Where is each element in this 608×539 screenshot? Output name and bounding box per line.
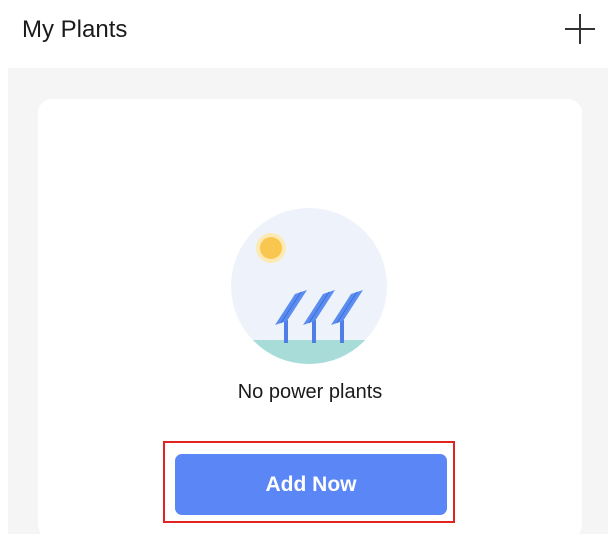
add-now-button[interactable]: Add Now — [175, 454, 447, 515]
plus-icon — [565, 14, 595, 44]
top-bar: My Plants — [0, 0, 608, 68]
add-plant-button[interactable] — [563, 12, 597, 46]
page-title: My Plants — [22, 16, 128, 43]
content-area: No power plants Add Now — [8, 68, 608, 539]
empty-state-card: No power plants Add Now — [38, 99, 582, 539]
empty-state-message: No power plants — [237, 381, 383, 403]
solar-panels-illustration-icon — [231, 208, 387, 364]
